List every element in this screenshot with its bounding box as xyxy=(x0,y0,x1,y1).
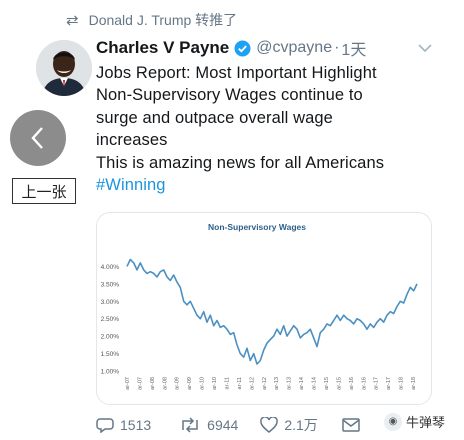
x-tick-label: ar-17 xyxy=(374,377,380,390)
reply-icon xyxy=(96,418,114,433)
wechat-logo-icon: ◉ xyxy=(384,412,402,431)
hashtag-link[interactable]: #Winning xyxy=(96,174,462,196)
x-tick-label: ar-09 xyxy=(175,377,181,390)
tweet-line: Jobs Report: Most Important Highlight xyxy=(96,64,377,82)
x-tick-label: ar-14 xyxy=(312,377,318,390)
retweet-icon: ⇄ xyxy=(66,12,79,29)
x-tick-label: ar-15 xyxy=(336,377,342,390)
heart-icon xyxy=(260,417,279,433)
x-tick-label: ar-11 xyxy=(237,377,243,389)
tweet-line: surge and outpace overall wage xyxy=(96,108,333,127)
x-tick-label: ar-11 xyxy=(224,377,230,389)
x-tick-label: ar-18 xyxy=(411,377,417,390)
x-tick-label: ar-13 xyxy=(287,377,293,390)
retweet-count: 6944 xyxy=(207,417,239,433)
separator-dot: · xyxy=(334,39,340,56)
tweet-header: Charles V Payne @cvpayne · 1天 xyxy=(96,37,436,59)
envelope-icon xyxy=(342,418,360,432)
x-tick-label: ar-16 xyxy=(349,377,355,390)
chart-title: Non-Supervisory Wages xyxy=(208,222,306,232)
x-tick-label: ar-10 xyxy=(212,377,218,390)
retweet-indicator[interactable]: ⇄ Donald J. Trump 转推了 xyxy=(66,10,237,30)
chevron-down-icon[interactable] xyxy=(418,40,432,56)
tweet-media-chart[interactable]: Non-Supervisory Wages 1.00% 1.50% 2.00% 2.5… xyxy=(96,212,432,405)
previous-label[interactable]: 上一张 xyxy=(12,178,76,204)
y-tick-label: 3.50% xyxy=(101,281,120,288)
retweet-text: Donald J. Trump 转推了 xyxy=(88,12,238,28)
tweet-line: This is amazing news for all Americans xyxy=(96,153,385,172)
y-tick-label: 1.00% xyxy=(101,369,120,376)
user-handle[interactable]: @cvpayne xyxy=(256,39,332,57)
tweet-text: Jobs Report: Most Important Highlight No… xyxy=(96,62,462,196)
y-tick-label: 3.00% xyxy=(101,299,120,306)
verified-badge-icon xyxy=(234,40,251,57)
retweet-button[interactable]: 6944 xyxy=(179,417,238,433)
reply-count: 1513 xyxy=(120,417,152,433)
line-chart: Non-Supervisory Wages 1.00% 1.50% 2.00% 2.5… xyxy=(101,222,418,390)
x-tick-label: ar-13 xyxy=(274,377,280,390)
x-tick-label: ar-08 xyxy=(162,377,168,390)
series-line xyxy=(126,258,418,365)
x-tick-label: ar-07 xyxy=(125,377,131,390)
reply-button[interactable]: 1513 xyxy=(96,417,151,433)
y-tick-label: 4.00% xyxy=(101,264,120,271)
timestamp[interactable]: 1天 xyxy=(341,36,366,60)
previous-button[interactable] xyxy=(10,110,66,166)
avatar-image xyxy=(36,40,92,96)
tweet-line: Non-Supervisory Wages continue to xyxy=(96,86,363,105)
avatar[interactable] xyxy=(36,40,92,96)
x-tick-label: ar-08 xyxy=(150,377,156,390)
direct-message-button[interactable] xyxy=(342,417,366,433)
y-tick-label: 1.50% xyxy=(101,351,120,358)
chevron-left-icon xyxy=(31,127,43,149)
x-tick-label: ar-12 xyxy=(262,377,268,390)
x-tick-label: ar-07 xyxy=(137,377,143,390)
x-tick-label: ar-15 xyxy=(324,377,330,390)
tweet-line: increases xyxy=(96,131,168,150)
x-tick-label: ar-09 xyxy=(187,377,193,390)
y-tick-label: 2.00% xyxy=(101,334,120,341)
x-tick-label: ar-18 xyxy=(399,377,405,390)
x-tick-label: ar-16 xyxy=(361,377,367,390)
watermark-text: 牛弹琴 xyxy=(406,415,446,430)
display-name[interactable]: Charles V Payne xyxy=(96,38,229,58)
watermark: ◉ 牛弹琴 xyxy=(384,412,445,431)
like-button[interactable]: 2.1万 xyxy=(260,415,318,435)
x-tick-label: ar-10 xyxy=(200,377,206,390)
x-tick-label: ar-17 xyxy=(386,377,392,390)
retweet-action-icon xyxy=(182,417,198,433)
x-tick-label: ar-12 xyxy=(249,377,255,390)
x-tick-label: ar-14 xyxy=(299,377,305,390)
y-tick-label: 2.50% xyxy=(101,316,120,323)
like-count: 2.1万 xyxy=(284,417,318,433)
